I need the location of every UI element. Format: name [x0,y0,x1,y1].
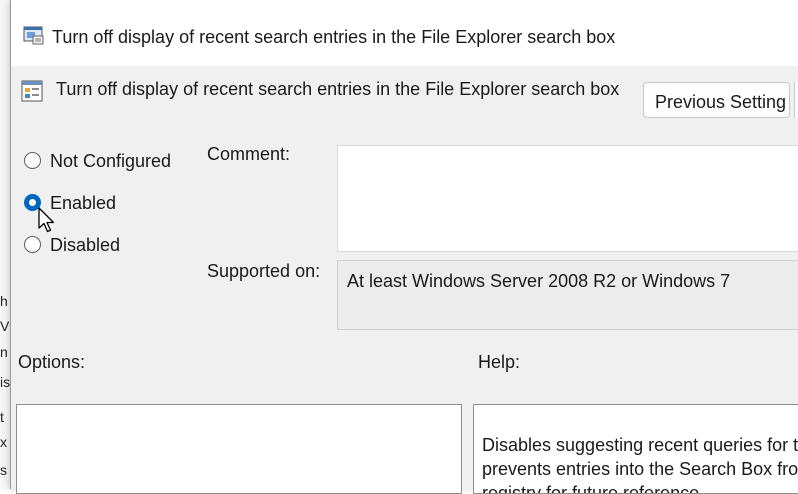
radio-label[interactable]: Not Configured [50,151,171,171]
window-title: Turn off display of recent search entrie… [52,27,616,47]
policy-header-title: Turn off display of recent search entrie… [56,79,620,99]
help-line: registry for future reference. [482,483,705,494]
options-label: Options: [18,352,86,372]
radio-button[interactable] [24,152,41,169]
background-text-fragment: Vi [0,318,10,334]
supported-on-field: At least Windows Server 2008 R2 or Windo… [337,260,798,330]
supported-on-label: Supported on: [207,261,321,281]
policy-setting-icon [20,79,44,103]
background-text-fragment: is [0,374,10,390]
next-setting-button[interactable] [794,82,798,118]
supported-on-value: At least Windows Server 2008 R2 or Windo… [347,271,731,291]
background-text-fragment: s [0,462,7,478]
options-panel[interactable] [16,404,462,494]
background-text-fragment: h [0,293,8,309]
radio-label[interactable]: Disabled [50,235,120,255]
radio-label[interactable]: Enabled [50,193,116,213]
comment-textarea[interactable] [337,145,798,252]
policy-setting-dialog: Turn off display of recent search entrie… [10,0,798,494]
title-bar[interactable]: Turn off display of recent search entrie… [11,0,798,66]
help-text: Disables suggesting recent queries for t… [482,433,798,494]
help-line: Disables suggesting recent queries for t… [482,435,798,455]
comment-label: Comment: [207,144,291,164]
help-panel[interactable]: Disables suggesting recent queries for t… [473,404,798,494]
previous-setting-button[interactable]: Previous Setting [643,82,790,118]
radio-button[interactable] [24,236,41,253]
policy-window-icon [23,24,45,46]
radio-button-selected[interactable] [24,194,41,211]
background-text-fragment: x [0,434,7,450]
background-text-fragment: n [0,344,8,360]
background-text-fragment: t [0,409,4,425]
help-line: prevents entries into the Search Box fro… [482,459,798,479]
help-label: Help: [478,352,521,372]
